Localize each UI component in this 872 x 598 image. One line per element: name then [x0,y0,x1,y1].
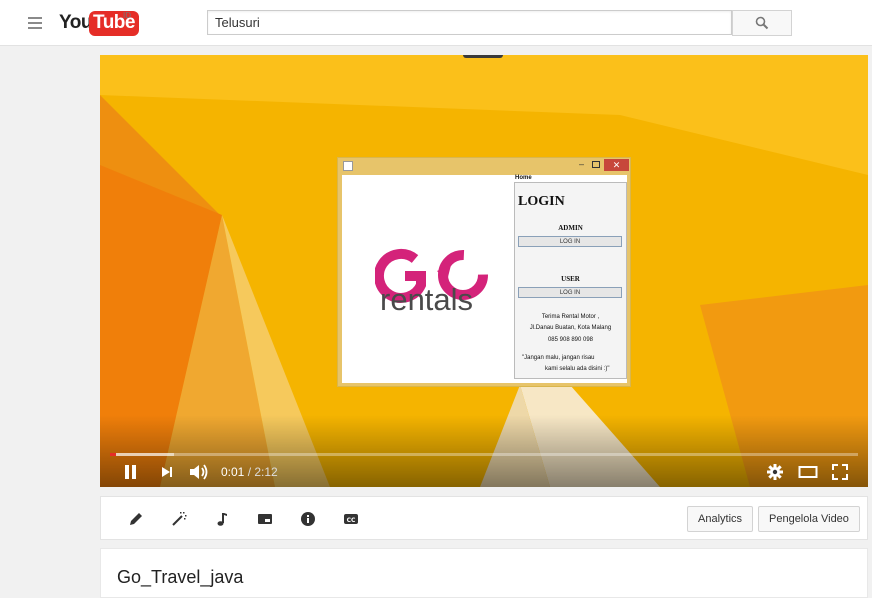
guide-menu-icon[interactable] [28,14,46,30]
info-icon [301,512,315,526]
volume-button[interactable] [188,463,210,481]
minimize-icon[interactable]: – [577,160,586,169]
theater-mode-button[interactable] [798,463,818,481]
next-button[interactable] [158,463,176,481]
current-time: 0:01 [221,465,245,479]
video-manager-button[interactable]: Pengelola Video [758,506,860,532]
masthead: You Tube ID Telusuri [0,0,872,46]
home-menu[interactable]: Home [515,175,532,181]
user-label: USER [561,275,580,283]
subtitles-button[interactable]: CC [342,510,360,528]
video-info: Go_Travel_java [100,548,868,598]
annotations-button[interactable] [256,510,274,528]
logo-you: You [59,12,92,33]
music-note-icon [217,513,227,526]
volume-icon [190,464,208,480]
quote-line-2: kami selalu ada disini :)" [545,366,610,372]
pause-icon [125,465,136,479]
app-window: – ✕ rentals Home LOGIN ADMIN LOG IN USER… [337,157,631,387]
pause-button[interactable] [122,463,140,481]
player-controls: 0:01 / 2:12 [100,457,868,487]
info-button[interactable] [299,510,317,528]
enhancements-button[interactable] [170,510,188,528]
fullscreen-icon [832,464,848,480]
fullscreen-button[interactable] [831,463,849,481]
search-input[interactable]: Telusuri [207,10,732,35]
time-display: 0:01 / 2:12 [221,465,278,479]
annotation-icon [258,514,272,524]
search-icon [755,16,769,30]
login-panel: LOGIN ADMIN LOG IN USER LOG IN Terima Re… [514,182,627,379]
window-content: rentals Home LOGIN ADMIN LOG IN USER LOG… [342,175,627,383]
creator-toolbar: CC Analytics Pengelola Video [100,496,868,540]
gear-icon [767,464,783,480]
info-line-2: Jl.Danau Buatan, Kota Malang [529,325,612,331]
closed-captions-icon: CC [344,514,358,524]
quote-line-1: "Jangan malu, jangan risau [522,355,595,361]
theater-icon [798,466,818,478]
progress-played [110,453,116,456]
logo-country-code: ID [123,11,131,20]
close-icon[interactable]: ✕ [604,159,629,171]
video-player[interactable]: – ✕ rentals Home LOGIN ADMIN LOG IN USER… [100,55,868,487]
settings-button[interactable] [766,463,784,481]
next-icon [162,467,172,477]
duration: 2:12 [254,465,278,479]
player-top-nub [463,55,503,58]
analytics-button[interactable]: Analytics [687,506,754,532]
brand-word: rentals [380,282,474,317]
time-separator: / [244,465,255,479]
pencil-icon [130,513,142,525]
svg-text:CC: CC [347,517,356,524]
window-titlebar: – ✕ [338,158,630,173]
progress-bar[interactable] [110,453,858,456]
maximize-icon[interactable] [592,161,600,168]
magic-wand-icon [172,512,187,526]
window-app-icon [343,161,353,171]
edit-button[interactable] [127,510,145,528]
login-title: LOGIN [518,194,565,209]
logo-tube: Tube [89,11,139,36]
search-button[interactable] [732,10,792,36]
info-line-3: 085 908 890 098 [547,337,594,343]
user-login-button[interactable]: LOG IN [518,287,622,298]
admin-login-button[interactable]: LOG IN [518,236,622,247]
video-title: Go_Travel_java [117,567,244,587]
progress-buffered [110,453,174,456]
info-line-1: Terima Rental Motor , [541,314,600,320]
admin-label: ADMIN [558,224,583,232]
audio-button[interactable] [213,510,231,528]
